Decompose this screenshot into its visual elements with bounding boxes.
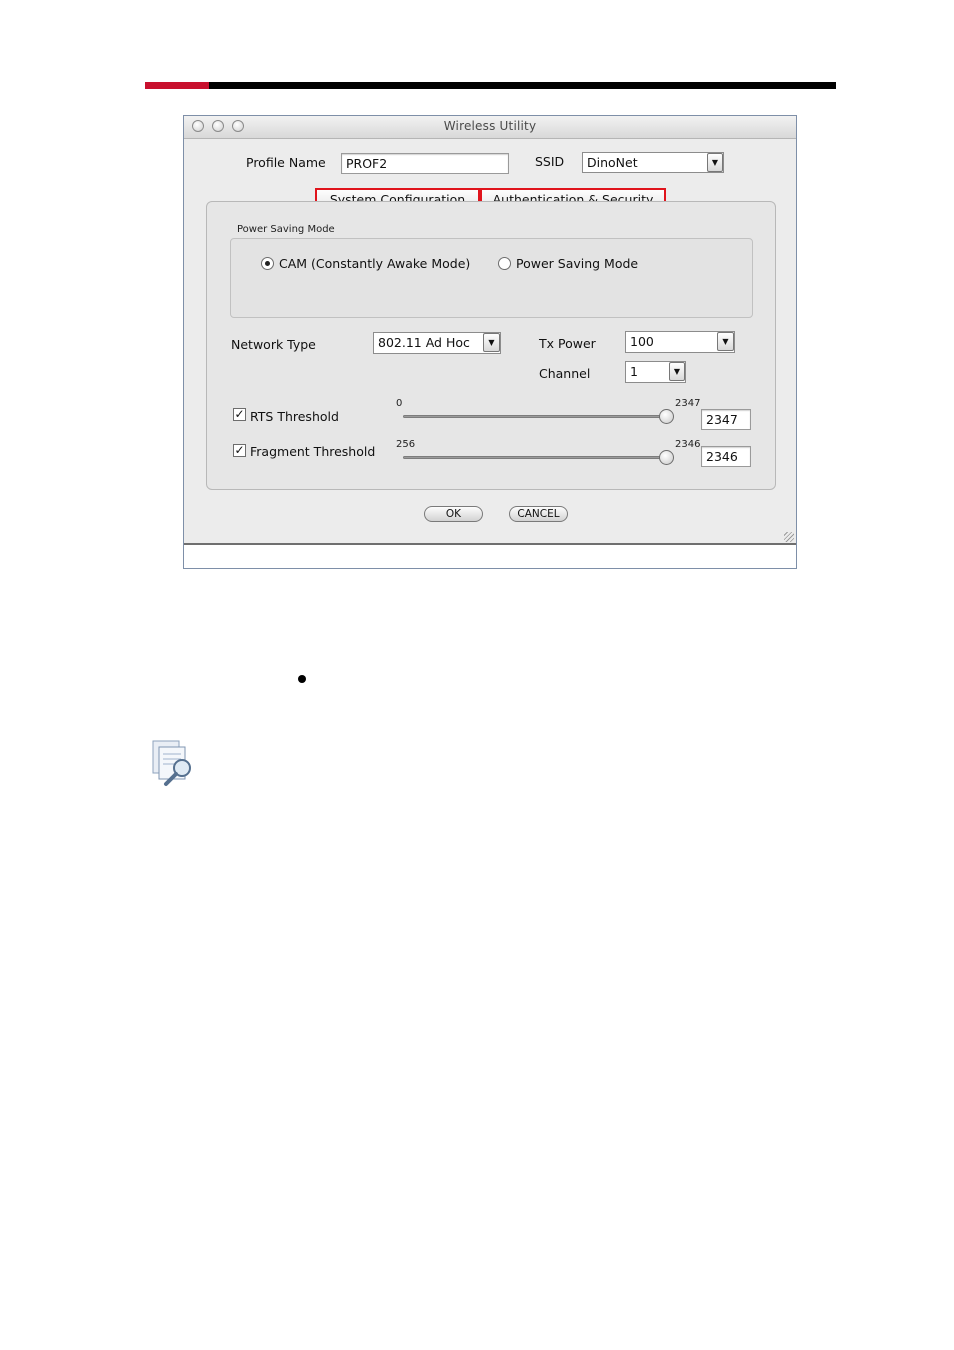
- rts-value-input[interactable]: 2347: [701, 409, 751, 430]
- resize-grip-icon[interactable]: [784, 532, 794, 542]
- cancel-button[interactable]: CANCEL: [509, 506, 568, 522]
- header-rule-red: [145, 82, 209, 89]
- cam-label: CAM (Constantly Awake Mode): [279, 256, 471, 271]
- fragment-threshold-checkbox[interactable]: ✓: [233, 444, 246, 457]
- rts-threshold-checkbox[interactable]: ✓: [233, 408, 246, 421]
- ssid-value: DinoNet: [587, 155, 638, 170]
- note-magnifier-icon: [152, 740, 191, 786]
- window-titlebar: Wireless Utility: [184, 116, 796, 139]
- power-saving-radio[interactable]: [498, 257, 511, 270]
- rts-threshold-label: RTS Threshold: [250, 409, 339, 424]
- profile-name-input[interactable]: PROF2: [341, 153, 509, 174]
- fragment-slider-track[interactable]: [403, 456, 666, 459]
- header-rule-black: [209, 82, 836, 89]
- network-type-dropdown-icon[interactable]: ▼: [483, 333, 500, 352]
- check-icon: ✓: [234, 407, 245, 421]
- tx-power-value: 100: [630, 334, 654, 349]
- tx-power-label: Tx Power: [539, 336, 596, 351]
- fragment-min-label: 256: [396, 439, 416, 450]
- rts-slider-track[interactable]: [403, 415, 666, 418]
- tx-power-dropdown-icon[interactable]: ▼: [717, 332, 734, 351]
- rts-slider-thumb[interactable]: [658, 409, 674, 424]
- ssid-label: SSID: [535, 154, 565, 169]
- fragment-threshold-label: Fragment Threshold: [250, 444, 376, 459]
- fragment-slider-thumb[interactable]: [658, 450, 674, 465]
- fragment-max-label: 2346: [675, 439, 701, 450]
- power-saving-group: [230, 238, 753, 318]
- wireless-utility-window: Wireless Utility Profile Name PROF2 SSID…: [184, 116, 796, 544]
- screenshot-frame: Wireless Utility Profile Name PROF2 SSID…: [183, 115, 797, 569]
- network-type-label: Network Type: [231, 337, 316, 352]
- fragment-value-input[interactable]: 2346: [701, 446, 751, 467]
- check-icon: ✓: [234, 443, 245, 457]
- channel-label: Channel: [539, 366, 591, 381]
- profile-name-label: Profile Name: [246, 155, 326, 170]
- radio-selected-dot: [265, 261, 270, 266]
- bullet-point: [298, 675, 306, 683]
- rts-max-label: 2347: [675, 398, 701, 409]
- power-saving-group-label: Power Saving Mode: [237, 224, 335, 235]
- channel-dropdown-icon[interactable]: ▼: [669, 362, 685, 381]
- ok-button[interactable]: OK: [424, 506, 483, 522]
- window-title: Wireless Utility: [443, 119, 537, 133]
- network-type-select[interactable]: 802.11 Ad Hoc: [373, 332, 501, 354]
- cam-radio[interactable]: [261, 257, 274, 270]
- ssid-dropdown-icon[interactable]: ▼: [707, 153, 723, 172]
- network-type-value: 802.11 Ad Hoc: [378, 335, 470, 350]
- ssid-select[interactable]: DinoNet: [582, 152, 724, 173]
- window-bottom-edge: [184, 543, 796, 545]
- power-saving-label: Power Saving Mode: [516, 256, 639, 271]
- channel-value: 1: [630, 364, 638, 379]
- rts-min-label: 0: [396, 398, 403, 409]
